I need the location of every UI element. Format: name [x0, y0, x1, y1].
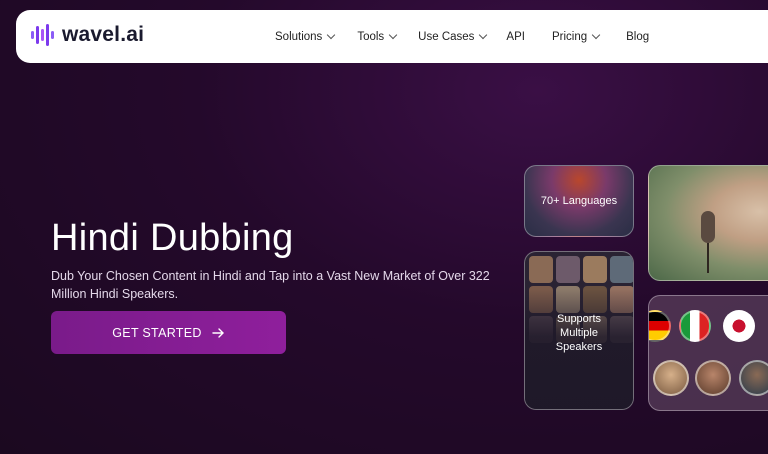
speaker-photo-card [648, 165, 768, 281]
hero-subtitle: Dub Your Chosen Content in Hindi and Tap… [51, 269, 490, 301]
top-navigation-bar: wavel.ai Solutions Tools Use Cases API P… [16, 10, 768, 63]
menu-item-use-cases[interactable]: Use Cases [418, 30, 488, 43]
speaker-face [556, 256, 580, 283]
waveform-logo-icon [31, 24, 54, 46]
chevron-down-icon [479, 30, 488, 40]
speaker-avatar [653, 360, 689, 396]
languages-label: 70+ Languages [540, 195, 618, 207]
italy-flag-icon [679, 310, 711, 342]
menu-item-tools[interactable]: Tools [357, 30, 398, 43]
chevron-down-icon [388, 30, 398, 40]
menu-item-label: Solutions [275, 30, 323, 43]
germany-flag-icon [649, 310, 671, 342]
brand-name: wavel.ai [62, 23, 145, 46]
menu-item-label: Use Cases [418, 30, 475, 43]
chevron-down-icon [327, 30, 336, 40]
menu-item-blog[interactable]: Blog [626, 31, 649, 43]
get-started-label: GET STARTED [112, 325, 202, 340]
speaker-face [583, 256, 607, 283]
menu-item-label: Tools [357, 30, 385, 43]
arrow-right-icon [212, 327, 224, 338]
menu-item-pricing[interactable]: Pricing [551, 30, 601, 43]
menu-item-api[interactable]: API [506, 31, 525, 43]
get-started-button[interactable]: GET STARTED [51, 311, 286, 354]
multiple-speakers-card: Supports Multiple Speakers [524, 251, 634, 410]
speaker-face [610, 256, 633, 283]
menu-item-label: Pricing [551, 30, 588, 43]
main-menu: Solutions Tools Use Cases API Pricing Bl… [275, 10, 649, 63]
menu-item-label: Blog [626, 30, 650, 43]
speaker-avatar [739, 360, 768, 396]
japan-flag-icon [723, 310, 755, 342]
microphone-icon [701, 211, 715, 243]
brand-logo[interactable]: wavel.ai [30, 23, 144, 47]
flags-card [648, 295, 768, 411]
menu-item-solutions[interactable]: Solutions [275, 30, 336, 43]
chevron-down-icon [591, 30, 601, 40]
speaker-face [529, 256, 553, 283]
menu-item-label: API [506, 30, 525, 43]
speakers-label-text: Supports Multiple Speakers [555, 313, 603, 353]
microphone-stand [707, 243, 709, 273]
page-title: Hindi Dubbing [51, 217, 294, 259]
speakers-label: Supports Multiple Speakers [525, 312, 633, 354]
speaker-avatar [695, 360, 731, 396]
languages-card: 70+ Languages [524, 165, 634, 237]
